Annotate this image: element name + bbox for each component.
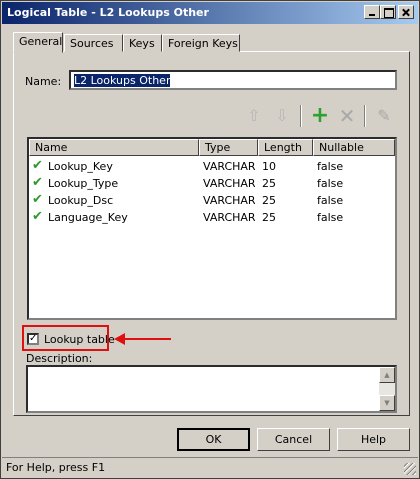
tab-sources[interactable]: Sources <box>64 34 123 52</box>
column-nullable: false <box>317 160 344 173</box>
column-type: VARCHAR <box>203 160 256 173</box>
columns-list[interactable]: Name Type Length Nullable ✔ Lookup_Key V… <box>27 137 397 320</box>
close-button[interactable] <box>398 5 414 19</box>
maximize-button[interactable] <box>380 5 396 19</box>
lookup-table-checkbox[interactable]: ✓ <box>27 333 39 345</box>
column-name: Language_Key <box>48 211 128 224</box>
column-nullable: false <box>317 177 344 190</box>
column-length: 25 <box>262 194 276 207</box>
status-text: For Help, press F1 <box>6 461 106 474</box>
minimize-button[interactable] <box>364 5 380 19</box>
table-row[interactable]: ✔ Lookup_Dsc VARCHAR 25 false <box>29 192 395 209</box>
annotation-arrow-line <box>123 338 171 340</box>
move-down-icon[interactable]: ⇩ <box>271 105 293 127</box>
column-name: Lookup_Dsc <box>48 194 114 207</box>
column-header-nullable[interactable]: Nullable <box>313 139 395 156</box>
table-row[interactable]: ✔ Language_Key VARCHAR 25 false <box>29 209 395 226</box>
column-name: Lookup_Key <box>48 160 113 173</box>
description-textarea[interactable]: ▲ ▼ <box>26 365 397 413</box>
edit-icon[interactable]: ✎ <box>373 105 395 127</box>
logical-table-dialog: Logical Table - L2 Lookups Other General… <box>0 0 420 479</box>
tab-general[interactable]: General <box>13 32 63 53</box>
toolbar-separator <box>300 105 302 127</box>
name-input-value: L2 Lookups Other <box>74 74 171 87</box>
column-type: VARCHAR <box>203 211 256 224</box>
check-icon: ✔ <box>32 192 43 207</box>
column-length: 10 <box>262 160 276 173</box>
resize-grip-icon[interactable] <box>404 463 416 475</box>
scroll-up-icon[interactable]: ▲ <box>379 367 395 383</box>
check-icon: ✔ <box>32 209 43 224</box>
window-title: Logical Table - L2 Lookups Other <box>7 6 209 19</box>
move-up-icon[interactable]: ⇧ <box>243 105 265 127</box>
column-type: VARCHAR <box>203 177 256 190</box>
tab-keys[interactable]: Keys <box>123 34 162 52</box>
table-row[interactable]: ✔ Lookup_Type VARCHAR 25 false <box>29 175 395 192</box>
name-label: Name: <box>25 75 62 88</box>
tab-foreign-keys[interactable]: Foreign Keys <box>162 34 240 52</box>
column-name: Lookup_Type <box>48 177 119 190</box>
title-bar[interactable]: Logical Table - L2 Lookups Other <box>2 2 418 24</box>
column-length: 25 <box>262 177 276 190</box>
scroll-down-icon[interactable]: ▼ <box>379 395 395 411</box>
description-label: Description: <box>26 352 93 365</box>
help-button[interactable]: Help <box>337 428 410 451</box>
column-header-type[interactable]: Type <box>199 139 258 156</box>
column-type: VARCHAR <box>203 194 256 207</box>
table-row[interactable]: ✔ Lookup_Key VARCHAR 10 false <box>29 158 395 175</box>
column-nullable: false <box>317 211 344 224</box>
lookup-table-label[interactable]: Lookup table <box>44 333 115 346</box>
column-header-name[interactable]: Name <box>29 139 199 156</box>
delete-icon[interactable]: ✕ <box>336 105 358 127</box>
column-length: 25 <box>262 211 276 224</box>
columns-list-header: Name Type Length Nullable <box>29 139 395 156</box>
status-bar: For Help, press F1 <box>2 457 418 477</box>
cancel-button[interactable]: Cancel <box>257 428 330 451</box>
check-icon: ✔ <box>32 175 43 190</box>
check-icon: ✔ <box>32 158 43 173</box>
add-icon[interactable]: + <box>309 105 331 127</box>
column-nullable: false <box>317 194 344 207</box>
ok-button[interactable]: OK <box>177 428 250 451</box>
toolbar-separator <box>364 105 366 127</box>
description-scrollbar[interactable]: ▲ ▼ <box>379 367 395 411</box>
name-input[interactable]: L2 Lookups Other <box>69 70 397 90</box>
column-header-length[interactable]: Length <box>258 139 313 156</box>
